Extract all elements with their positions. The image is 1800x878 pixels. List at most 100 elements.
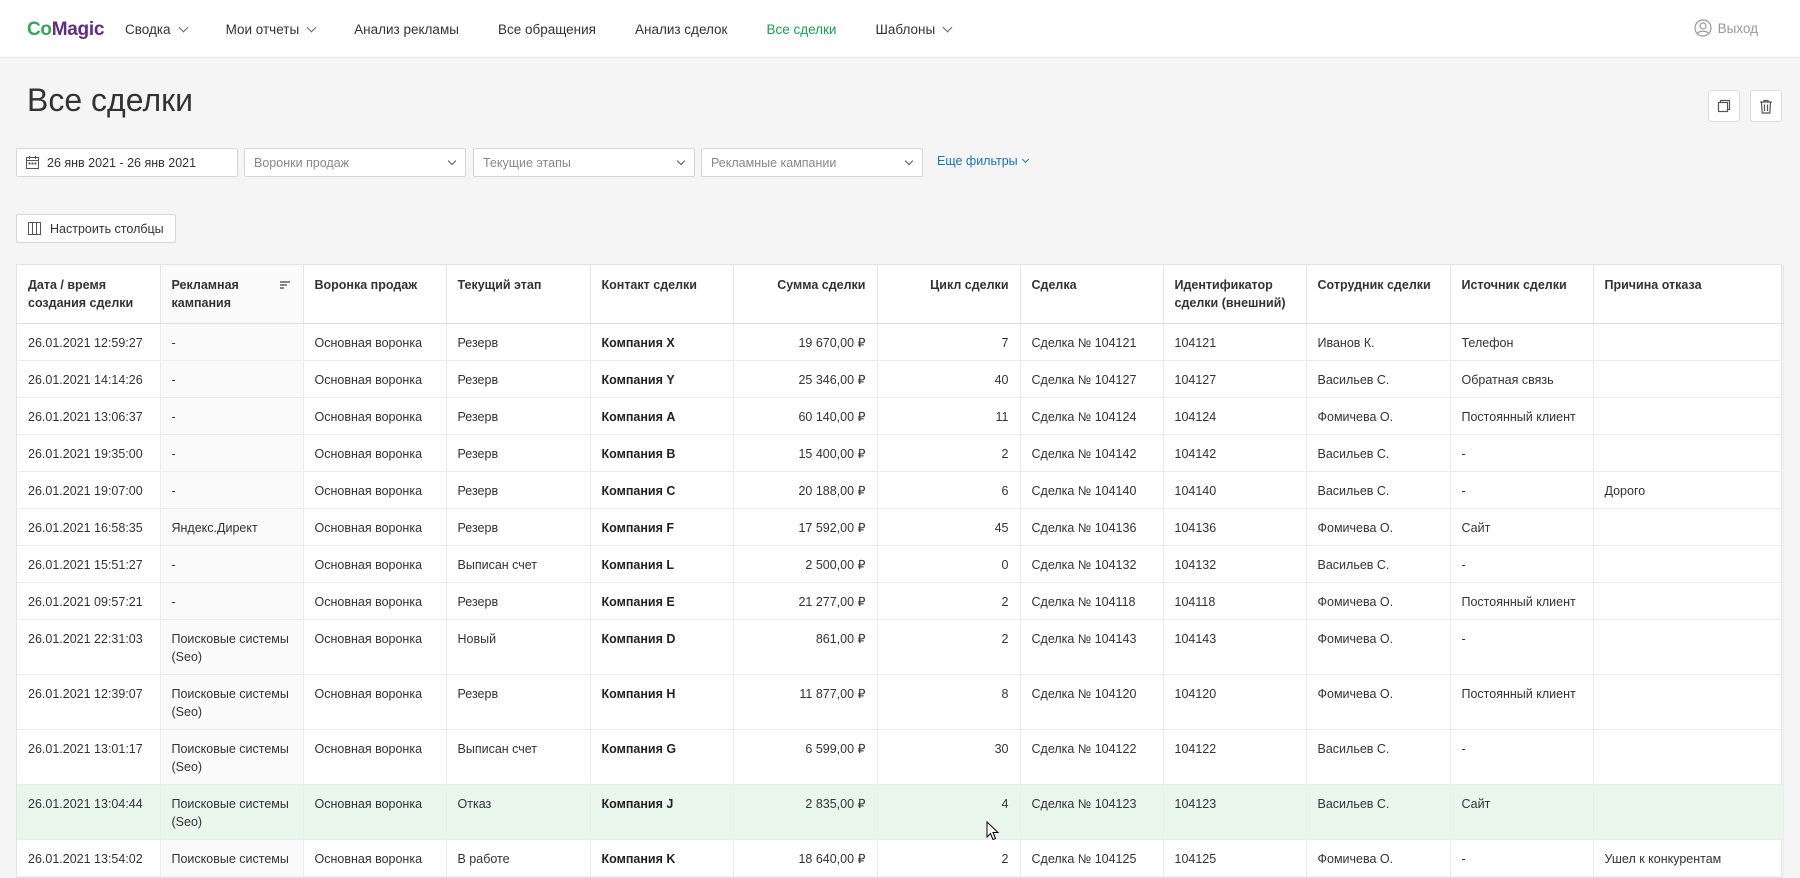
column-header-label: Воронка продаж bbox=[314, 278, 418, 292]
cell-stage: В работе bbox=[446, 839, 591, 877]
cell-ext_id: 104123 bbox=[1163, 784, 1307, 840]
cell-date: 26.01.2021 12:39:07 bbox=[17, 674, 161, 730]
cell-deal: Сделка № 104127 bbox=[1020, 360, 1164, 398]
table-row[interactable]: 26.01.2021 13:06:37- Основная воронка Резе… bbox=[17, 397, 1784, 435]
cell-campaign: Поисковые системы bbox=[160, 839, 304, 877]
cell-sum: 20 188,00 ₽ bbox=[733, 471, 878, 509]
cell-employee: Фомичева О. bbox=[1306, 839, 1451, 877]
nav-item-5[interactable]: Все сделки bbox=[766, 22, 836, 37]
nav-item-4[interactable]: Анализ сделок bbox=[635, 22, 727, 37]
table-row[interactable]: 26.01.2021 22:31:03 Поисковые системы (Se… bbox=[17, 619, 1784, 675]
date-range-picker[interactable]: 26 янв 2021 - 26 янв 2021 bbox=[16, 148, 238, 177]
campaigns-select[interactable]: Рекламные кампании bbox=[701, 148, 923, 177]
cell-campaign: - bbox=[160, 323, 304, 361]
cell-funnel: Основная воронка bbox=[303, 471, 447, 509]
cell-sum: 25 346,00 ₽ bbox=[733, 360, 878, 398]
top-navbar: CoMagic Сводка Мои отчеты Анализ рекламы Вс… bbox=[0, 0, 1800, 58]
table-row[interactable]: 26.01.2021 12:39:07 Поисковые системы (Se… bbox=[17, 674, 1784, 730]
column-header-2[interactable]: Воронка продаж bbox=[303, 265, 447, 324]
cell-ext_id: 104122 bbox=[1163, 729, 1307, 785]
cell-ext_id: 104140 bbox=[1163, 471, 1307, 509]
table-row[interactable]: 26.01.2021 13:04:44 Поисковые системы (Se… bbox=[17, 784, 1784, 840]
copy-button[interactable] bbox=[1708, 90, 1740, 122]
cell-date: 26.01.2021 19:07:00 bbox=[17, 471, 161, 509]
chevron-down-icon bbox=[942, 22, 953, 32]
cell-sum: 11 877,00 ₽ bbox=[733, 674, 878, 730]
funnels-select[interactable]: Воронки продаж bbox=[244, 148, 466, 177]
cell-funnel: Основная воронка bbox=[303, 397, 447, 435]
logo[interactable]: CoMagic bbox=[27, 19, 104, 41]
table-row[interactable]: 26.01.2021 12:59:27- Основная воронка Резе… bbox=[17, 323, 1784, 361]
table-row[interactable]: 26.01.2021 13:01:17 Поисковые системы (Se… bbox=[17, 729, 1784, 785]
campaigns-placeholder: Рекламные кампании bbox=[711, 155, 837, 170]
table-row[interactable]: 26.01.2021 19:07:00- Основная воронка Резе… bbox=[17, 471, 1784, 509]
more-filters-label: Еще фильтры bbox=[937, 154, 1018, 168]
cell-sum: 18 640,00 ₽ bbox=[733, 839, 878, 877]
cell-contact: Компания F bbox=[590, 508, 734, 546]
column-header-10[interactable]: Источник сделки bbox=[1450, 265, 1594, 324]
cell-sum: 19 670,00 ₽ bbox=[733, 323, 878, 361]
cell-deal: Сделка № 104123 bbox=[1020, 784, 1164, 840]
table-row[interactable]: 26.01.2021 19:35:00- Основная воронка Резе… bbox=[17, 434, 1784, 472]
cell-campaign: - bbox=[160, 582, 304, 620]
cell-date: 26.01.2021 13:54:02 bbox=[17, 839, 161, 877]
column-header-7[interactable]: Сделка bbox=[1020, 265, 1164, 324]
column-header-3[interactable]: Текущий этап bbox=[446, 265, 591, 324]
cell-funnel: Основная воронка bbox=[303, 323, 447, 361]
cell-deal: Сделка № 104143 bbox=[1020, 619, 1164, 675]
date-range-value: 26 янв 2021 - 26 янв 2021 bbox=[47, 155, 197, 170]
stages-select[interactable]: Текущие этапы bbox=[473, 148, 695, 177]
cell-reason: Ушел к конкурентам bbox=[1593, 839, 1784, 877]
nav-item-6[interactable]: Шаблоны bbox=[875, 22, 953, 37]
cell-stage: Резерв bbox=[446, 397, 591, 435]
table-row[interactable]: 26.01.2021 09:57:21- Основная воронка Резе… bbox=[17, 582, 1784, 620]
nav-item-0[interactable]: Сводка bbox=[125, 22, 189, 37]
column-header-11[interactable]: Причина отказа bbox=[1593, 265, 1784, 324]
table-row[interactable]: 26.01.2021 14:14:26- Основная воронка Резе… bbox=[17, 360, 1784, 398]
column-header-1[interactable]: Рекламная кампания bbox=[160, 265, 304, 324]
more-filters-link[interactable]: Еще фильтры bbox=[937, 154, 1029, 168]
cell-source: - bbox=[1450, 434, 1594, 472]
column-header-9[interactable]: Сотрудник сделки bbox=[1306, 265, 1451, 324]
sort-icon[interactable] bbox=[279, 280, 291, 292]
column-header-5[interactable]: Сумма сделки bbox=[733, 265, 878, 324]
stages-placeholder: Текущие этапы bbox=[483, 155, 571, 170]
cell-reason bbox=[1593, 360, 1784, 398]
cell-campaign: - bbox=[160, 434, 304, 472]
cell-campaign: - bbox=[160, 545, 304, 583]
cell-ext_id: 104118 bbox=[1163, 582, 1307, 620]
column-header-4[interactable]: Контакт сделки bbox=[590, 265, 734, 324]
cell-stage: Резерв bbox=[446, 508, 591, 546]
nav-item-1[interactable]: Мои отчеты bbox=[226, 22, 317, 37]
cell-stage: Резерв bbox=[446, 471, 591, 509]
cell-campaign: Поисковые системы (Seo) bbox=[160, 784, 304, 840]
chevron-down-icon bbox=[904, 156, 914, 166]
cell-stage: Резерв bbox=[446, 360, 591, 398]
cell-funnel: Основная воронка bbox=[303, 729, 447, 785]
nav-item-label: Анализ сделок bbox=[634, 21, 728, 37]
cell-deal: Сделка № 104121 bbox=[1020, 323, 1164, 361]
cell-source: - bbox=[1450, 545, 1594, 583]
column-header-0[interactable]: Дата / время создания сделки bbox=[17, 265, 161, 324]
cell-source: Сайт bbox=[1450, 508, 1594, 546]
logout-button[interactable]: Выход bbox=[1693, 19, 1758, 37]
cell-reason bbox=[1593, 434, 1784, 472]
table-header-row: Дата / время создания сделки Рекламная ка… bbox=[17, 265, 1784, 324]
cell-date: 26.01.2021 19:35:00 bbox=[17, 434, 161, 472]
column-header-label: Сумма сделки bbox=[777, 278, 866, 292]
table-row[interactable]: 26.01.2021 13:54:02 Поисковые системы Осно… bbox=[17, 839, 1784, 877]
column-header-6[interactable]: Цикл сделки bbox=[877, 265, 1021, 324]
nav-item-2[interactable]: Анализ рекламы bbox=[354, 22, 459, 37]
cell-sum: 60 140,00 ₽ bbox=[733, 397, 878, 435]
table-row[interactable]: 26.01.2021 15:51:27- Основная воронка Выпи… bbox=[17, 545, 1784, 583]
delete-button[interactable] bbox=[1750, 90, 1782, 122]
configure-columns-button[interactable]: Настроить столбцы bbox=[16, 214, 176, 243]
column-header-label: Сотрудник сделки bbox=[1317, 278, 1431, 292]
column-header-8[interactable]: Идентификатор сделки (внешний) bbox=[1163, 265, 1307, 324]
cell-date: 26.01.2021 13:04:44 bbox=[17, 784, 161, 840]
cell-cycle: 2 bbox=[877, 619, 1021, 675]
nav-item-3[interactable]: Все обращения bbox=[498, 22, 596, 37]
table-row[interactable]: 26.01.2021 16:58:35 Яндекс.Директ Основная… bbox=[17, 508, 1784, 546]
cell-source: - bbox=[1450, 729, 1594, 785]
cell-contact: Компания L bbox=[590, 545, 734, 583]
